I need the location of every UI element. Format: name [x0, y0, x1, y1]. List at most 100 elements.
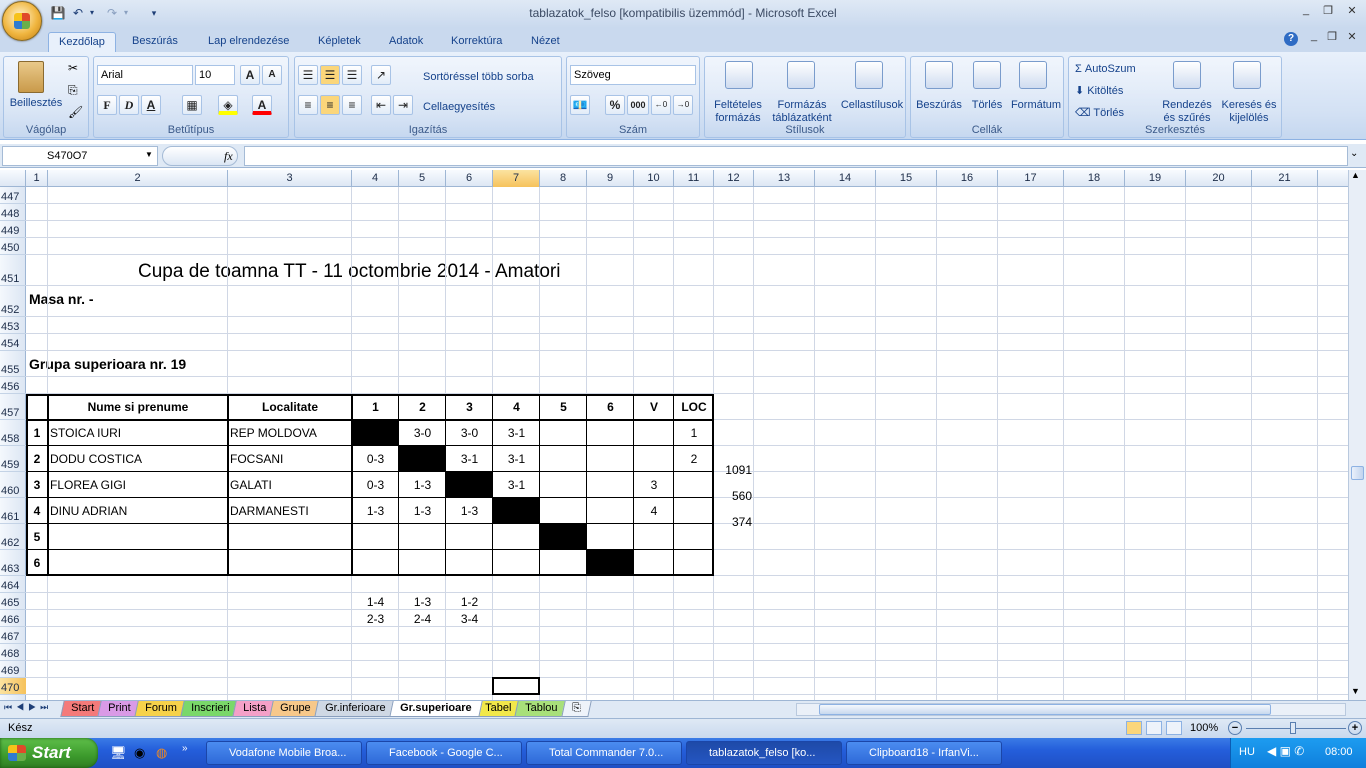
conditional-formatting-icon[interactable]	[725, 61, 753, 89]
percent-button[interactable]: %	[605, 95, 625, 115]
shrink-font-icon[interactable]: A	[262, 65, 282, 85]
tab-beszuras[interactable]: Beszúrás	[122, 32, 188, 52]
tab-adatok[interactable]: Adatok	[379, 32, 433, 52]
merge-cells-button[interactable]: Cellaegyesítés	[423, 101, 495, 114]
conditional-formatting-button[interactable]: Feltételes formázás	[707, 99, 769, 125]
row-header[interactable]: 452	[0, 286, 26, 317]
sheet-nav-icons[interactable]: ⏮◀▶⏭	[4, 702, 52, 713]
close-button[interactable]: ✕	[1342, 4, 1362, 20]
horizontal-scroll-thumb[interactable]	[819, 704, 1271, 715]
column-header[interactable]: 7	[493, 170, 540, 187]
column-header[interactable]: 3	[228, 170, 352, 187]
row-header[interactable]: 451	[0, 255, 26, 286]
tab-kezdolap[interactable]: Kezdőlap	[48, 32, 116, 52]
expand-formula-bar-icon[interactable]: ⌄	[1350, 148, 1358, 159]
column-header[interactable]: 19	[1125, 170, 1186, 187]
insert-cells-button[interactable]: Beszúrás	[913, 99, 965, 112]
delete-cells-button[interactable]: Törlés	[965, 99, 1009, 112]
row-header[interactable]: 464	[0, 576, 26, 593]
more-quicklaunch-icon[interactable]: »	[182, 743, 188, 754]
tab-nezet[interactable]: Nézet	[521, 32, 570, 52]
sheet-tab[interactable]: Gr.superioare	[388, 701, 482, 717]
find-select-icon[interactable]	[1233, 61, 1261, 89]
autosum-button[interactable]: Σ AutoSzum	[1075, 63, 1136, 76]
insert-sheet-icon[interactable]: ⎘	[561, 701, 592, 717]
active-cell[interactable]	[492, 677, 540, 695]
name-box-dropdown-icon[interactable]: ▼	[145, 150, 153, 159]
column-header[interactable]: 1	[26, 170, 48, 187]
column-header[interactable]: 6	[446, 170, 493, 187]
insert-cells-icon[interactable]	[925, 61, 953, 89]
font-color-icon[interactable]: A	[252, 95, 272, 115]
column-header[interactable]: 16	[937, 170, 998, 187]
cut-icon[interactable]: ✂	[68, 61, 78, 75]
row-header[interactable]: 463	[0, 550, 26, 576]
bold-button[interactable]: F	[97, 95, 117, 115]
task-vodafone[interactable]: Vodafone Mobile Broa...	[206, 741, 362, 765]
font-size-box[interactable]: 10	[195, 65, 235, 85]
sheet-tab[interactable]: Tablou	[514, 701, 569, 717]
task-total-commander[interactable]: Total Commander 7.0...	[526, 741, 682, 765]
chrome-icon[interactable]: ◉	[134, 745, 145, 761]
column-header[interactable]: 11	[674, 170, 714, 187]
row-header[interactable]: 447	[0, 187, 26, 204]
orientation-icon[interactable]: ↗	[371, 65, 391, 85]
doc-close-button[interactable]: ✕	[1342, 30, 1362, 46]
scroll-down-icon[interactable]: ▼	[1351, 686, 1360, 696]
align-bottom-icon[interactable]: ☰	[342, 65, 362, 85]
column-header[interactable]: 20	[1186, 170, 1252, 187]
help-icon[interactable]: ?	[1284, 32, 1298, 46]
desktop-icon[interactable]: 🖥	[110, 745, 127, 761]
zoom-slider-handle[interactable]	[1290, 722, 1296, 734]
format-cells-button[interactable]: Formátum	[1009, 99, 1063, 112]
row-header[interactable]: 455	[0, 351, 26, 377]
row-header[interactable]: 458	[0, 420, 26, 446]
doc-minimize-button[interactable]: _	[1304, 30, 1324, 46]
increase-decimal-icon[interactable]: ←0	[651, 95, 671, 115]
grow-font-icon[interactable]: A	[240, 65, 260, 85]
wrap-text-button[interactable]: Sortöréssel több sorba	[423, 71, 534, 84]
format-as-table-button[interactable]: Formázás táblázatként	[767, 99, 837, 125]
language-indicator[interactable]: HU	[1239, 746, 1255, 758]
column-header[interactable]: 8	[540, 170, 587, 187]
row-header[interactable]: 470	[0, 678, 26, 695]
column-header[interactable]: 12	[714, 170, 754, 187]
format-as-table-icon[interactable]	[787, 61, 815, 89]
row-header[interactable]: 459	[0, 446, 26, 472]
column-header[interactable]: 4	[352, 170, 399, 187]
align-left-icon[interactable]: ≡	[298, 95, 318, 115]
format-cells-icon[interactable]	[1019, 61, 1047, 89]
paste-button[interactable]: Beillesztés	[6, 97, 66, 110]
sheet-tab[interactable]: Forum	[134, 701, 188, 717]
tab-kepletek[interactable]: Képletek	[308, 32, 371, 52]
worksheet-grid[interactable]: Cupa de toamna TT - 11 octombrie 2014 - …	[26, 187, 1348, 700]
minimize-button[interactable]: _	[1296, 4, 1316, 20]
row-header[interactable]: 456	[0, 377, 26, 394]
number-format-box[interactable]: Szöveg	[570, 65, 696, 85]
sheet-tab[interactable]: Gr.inferioare	[314, 701, 397, 717]
scroll-thumb[interactable]	[1351, 466, 1364, 480]
cell-styles-button[interactable]: Cellastílusok	[839, 99, 905, 112]
name-box[interactable]: S470O7	[2, 146, 158, 166]
row-header[interactable]: 450	[0, 238, 26, 255]
thousands-button[interactable]: 000	[627, 95, 649, 115]
zoom-level[interactable]: 100%	[1190, 722, 1218, 734]
sort-filter-icon[interactable]	[1173, 61, 1201, 89]
align-right-icon[interactable]: ≡	[342, 95, 362, 115]
row-header[interactable]: 453	[0, 317, 26, 334]
sheet-tab[interactable]: Inscrieri	[179, 701, 240, 717]
delete-cells-icon[interactable]	[973, 61, 1001, 89]
page-layout-view-icon[interactable]	[1146, 721, 1162, 735]
column-header[interactable]: 14	[815, 170, 876, 187]
insert-function-icon[interactable]: fx	[224, 149, 233, 164]
office-button[interactable]	[2, 1, 42, 41]
page-break-view-icon[interactable]	[1166, 721, 1182, 735]
format-painter-icon[interactable]: 🖌	[68, 105, 83, 119]
cell-styles-icon[interactable]	[855, 61, 883, 89]
row-header[interactable]: 461	[0, 498, 26, 524]
horizontal-scrollbar[interactable]	[796, 703, 1346, 716]
fill-color-icon[interactable]: ◈	[218, 95, 238, 115]
decrease-decimal-icon[interactable]: →0	[673, 95, 693, 115]
maximize-button[interactable]: ❐	[1318, 4, 1338, 20]
tab-korrektura[interactable]: Korrektúra	[441, 32, 512, 52]
